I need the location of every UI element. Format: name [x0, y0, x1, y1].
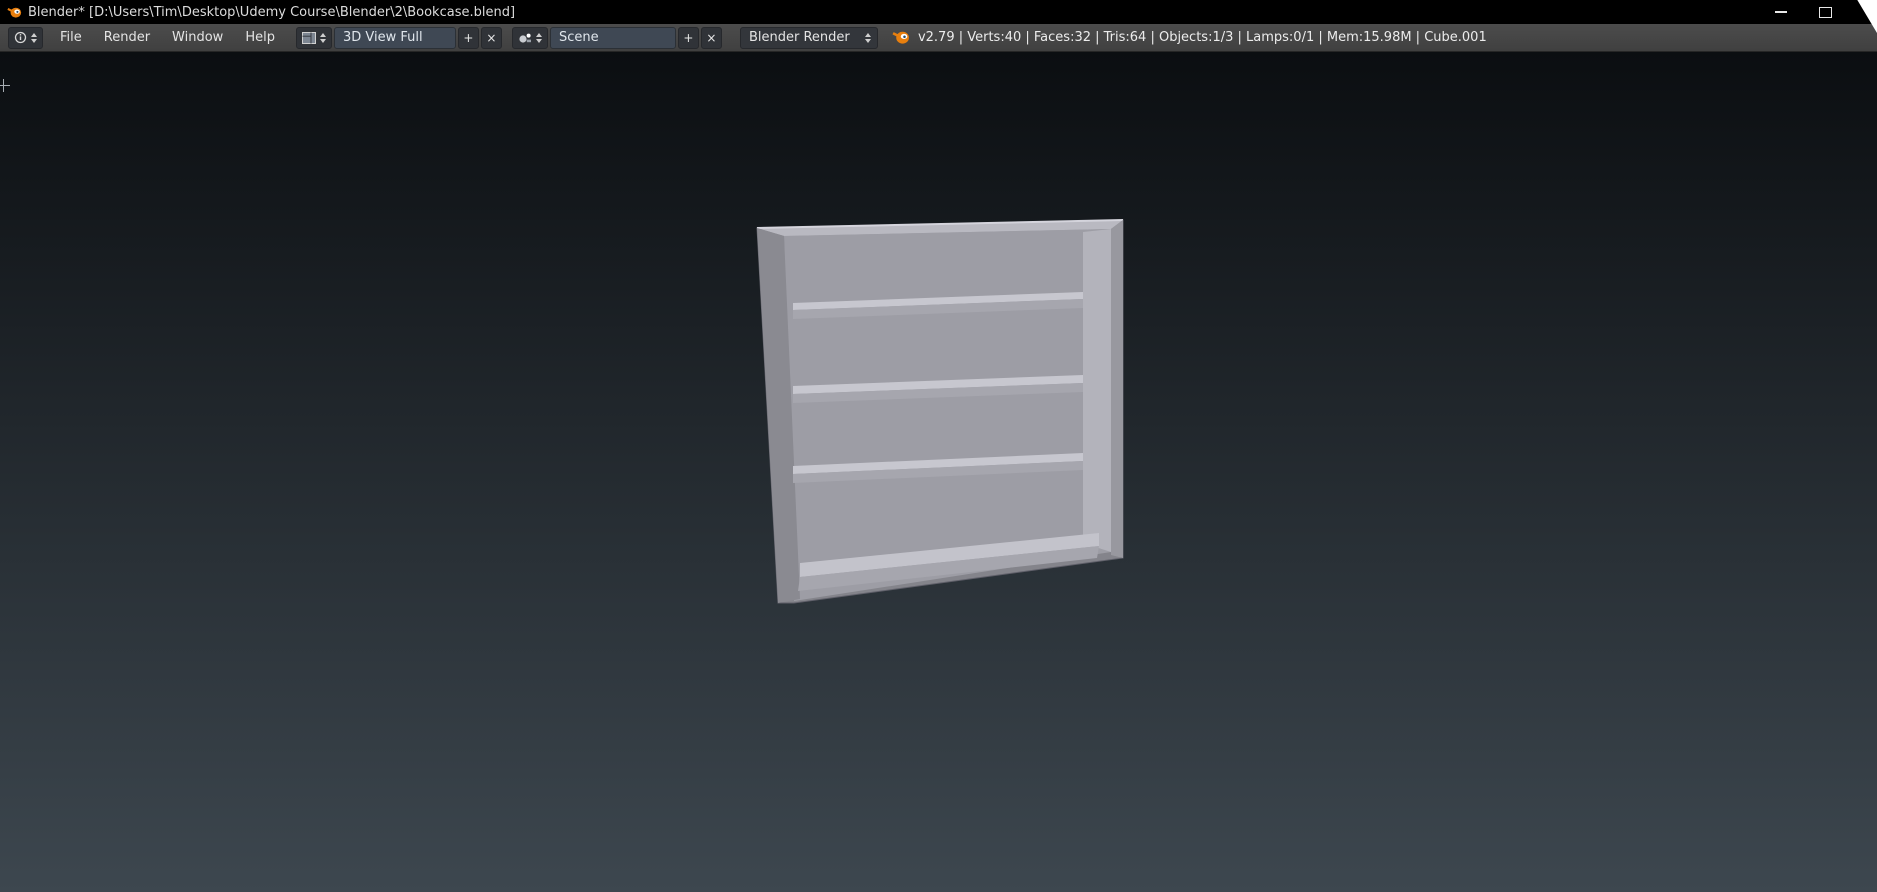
bookcase-geometry[interactable] [756, 219, 1124, 604]
menu-render[interactable]: Render [93, 30, 161, 45]
dropdown-arrows-icon [31, 32, 37, 43]
screen-layout-value: 3D View Full [342, 30, 423, 45]
minimize-button[interactable] [1759, 0, 1803, 24]
minimize-icon [1775, 11, 1787, 13]
add-scene-button[interactable]: + [677, 26, 699, 49]
scene-browse-button[interactable] [511, 26, 548, 49]
bookcase-model[interactable] [0, 52, 1877, 892]
info-editor-icon [14, 31, 27, 44]
scene-stats: v2.79 | Verts:40 | Faces:32 | Tris:64 | … [917, 30, 1487, 45]
menu-window[interactable]: Window [161, 30, 234, 45]
screen-layout-selector: 3D View Full + × [295, 26, 502, 49]
menu-help[interactable]: Help [234, 30, 286, 45]
maximize-icon [1818, 6, 1832, 18]
blender-logo-icon [892, 30, 910, 45]
delete-scene-button[interactable]: × [700, 26, 722, 49]
scene-name-field[interactable]: Scene [549, 26, 676, 49]
screen-layout-icon [301, 31, 316, 44]
render-engine-value: Blender Render [748, 30, 850, 45]
window-title: Blender* [D:\Users\Tim\Desktop\Udemy Cou… [28, 4, 516, 20]
dropdown-arrows-icon [319, 32, 326, 43]
scene-name-value: Scene [558, 30, 599, 45]
blender-logo-icon [7, 6, 22, 19]
dropdown-arrows-icon [535, 32, 542, 43]
scene-icon [518, 32, 532, 44]
blender-window: Blender* [D:\Users\Tim\Desktop\Udemy Cou… [0, 0, 1877, 892]
title-bar: Blender* [D:\Users\Tim\Desktop\Udemy Cou… [0, 0, 1877, 33]
menu-bar: File Render Window Help [49, 30, 286, 45]
screen-layout-field[interactable]: 3D View Full [333, 26, 456, 49]
editor-type-selector[interactable] [8, 26, 43, 49]
delete-layout-button[interactable]: × [480, 26, 502, 49]
maximize-button[interactable] [1803, 0, 1847, 24]
screen-layout-browse-button[interactable] [295, 26, 332, 49]
window-controls [1759, 0, 1877, 24]
dropdown-arrows-icon [864, 32, 871, 43]
menu-file[interactable]: File [49, 30, 93, 45]
add-layout-button[interactable]: + [457, 26, 479, 49]
render-engine-dropdown[interactable]: Blender Render [739, 26, 878, 49]
info-header: File Render Window Help 3D View Full + ×… [0, 24, 1877, 52]
scene-selector: Scene + × [511, 26, 722, 49]
3d-viewport[interactable] [0, 52, 1877, 892]
